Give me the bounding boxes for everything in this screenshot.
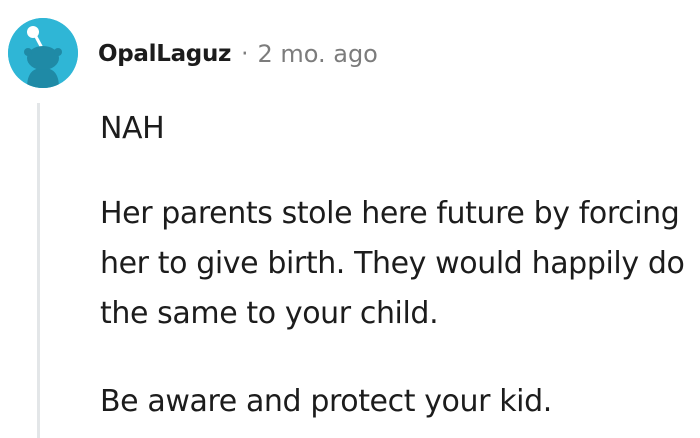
comment-paragraph: Her parents stole here future by forcing… <box>100 196 685 331</box>
author-username[interactable]: OpalLaguz <box>98 41 231 67</box>
user-avatar[interactable] <box>8 18 78 88</box>
comment-paragraph: Be aware and protect your kid. <box>100 384 552 419</box>
comment-meta: OpalLaguz · 2 mo. ago <box>98 36 378 72</box>
comment: OpalLaguz · 2 mo. ago NAH Her parents st… <box>0 0 700 438</box>
thread-collapse-line[interactable] <box>37 103 40 438</box>
meta-separator: · <box>241 41 249 67</box>
snoo-avatar-icon <box>8 18 78 88</box>
comment-timestamp[interactable]: 2 mo. ago <box>257 40 377 68</box>
comment-paragraph: NAH <box>100 111 165 146</box>
